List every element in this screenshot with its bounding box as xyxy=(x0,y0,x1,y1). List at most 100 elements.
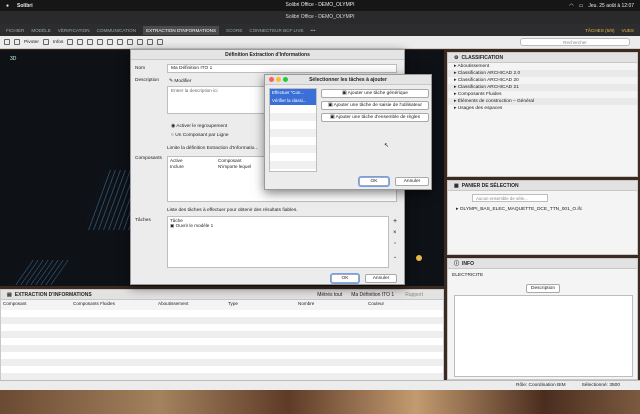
tab-bcf-live[interactable]: CONNECTEUR BCF LIVE xyxy=(249,28,303,33)
search-input[interactable]: Rechercher xyxy=(520,38,630,46)
col-composant[interactable]: Composant xyxy=(1,300,71,306)
components-limit-text: Limite la définition Extraction d'Inform… xyxy=(167,146,259,151)
classification-panel: ⚙ CLASSIFICATION ▸ Aboutissement ▸ Class… xyxy=(447,52,638,177)
cancel-button[interactable]: Annuler xyxy=(365,274,397,283)
orbit-icon[interactable] xyxy=(14,39,20,45)
move-up-button[interactable]: ⌃ xyxy=(393,242,397,248)
tab-more[interactable]: ••• xyxy=(311,28,316,33)
info-title: INFO xyxy=(462,260,474,267)
list-item[interactable]: ▸ Classification ARCHICAD 2.0 xyxy=(448,70,637,77)
redo-icon[interactable] xyxy=(157,39,164,45)
tasks-button[interactable]: TÂCHES (5/9) xyxy=(585,28,614,33)
menubar-window-title: Solibri Office - DEMO_OLYMPI xyxy=(285,2,355,8)
list-item[interactable]: ▸ Éléments de construction – Général xyxy=(448,98,637,105)
list-item[interactable]: ▸ Usages des espaces xyxy=(448,105,637,112)
col-couleur[interactable]: Couleur xyxy=(366,300,443,306)
metres-dropdown[interactable]: Métrés tout xyxy=(317,292,342,298)
macos-menubar: ● Solibri Solibri Office - DEMO_OLYMPI ◠… xyxy=(0,0,640,11)
tab-fichier[interactable]: FICHIER xyxy=(6,28,24,33)
cancel-button[interactable]: Annuler xyxy=(395,177,429,186)
col-nombre[interactable]: Nombre xyxy=(296,300,366,306)
info-dropdown[interactable]: Infos xyxy=(53,40,63,45)
pivot-dropdown[interactable]: Pivoter xyxy=(24,40,39,45)
add-ruleset-task-button[interactable]: ▣ Ajouter une tâche d'ensemble de règles xyxy=(321,113,429,122)
role-status: Rôle: Coordination BIM xyxy=(516,383,566,388)
move-down-button[interactable]: ⌄ xyxy=(393,254,397,260)
close-icon[interactable] xyxy=(269,77,274,82)
table-row[interactable]: ▣ Ouvrir le modèle 1 xyxy=(168,223,388,229)
measure-icon[interactable] xyxy=(97,39,104,45)
zoom-icon[interactable] xyxy=(137,39,144,45)
tab-extraction[interactable]: EXTRACTION D'INFORMATIONS xyxy=(143,25,220,35)
view-3d-label: 3D xyxy=(10,56,17,62)
select-tasks-dialog: Sélectionner les tâches à ajouter Effect… xyxy=(264,74,432,190)
definition-dialog-title: Définition Extraction d'Informations xyxy=(131,50,404,60)
list-item[interactable]: ▸ Composants Fluides xyxy=(448,91,637,98)
info-subject: ELECTRICITE xyxy=(452,273,484,278)
model-geometry-2 xyxy=(11,260,69,285)
ok-button[interactable]: OK xyxy=(359,177,389,186)
classification-header: ⚙ CLASSIFICATION xyxy=(448,53,637,63)
list-item[interactable]: ▸ Classification ARCHICAD 20 xyxy=(448,77,637,84)
model-marker xyxy=(416,255,422,261)
window-titlebar: Solibri Office - DEMO_OLYMPI xyxy=(0,11,640,24)
classification-icon: ⚙ xyxy=(454,54,459,61)
views-button[interactable]: VUES xyxy=(621,28,634,33)
add-task-button[interactable]: + xyxy=(393,218,397,225)
select-tasks-title-bar: Sélectionner les tâches à ajouter xyxy=(265,75,431,85)
slide-icon[interactable] xyxy=(107,39,114,45)
extraction-icon: ▤ xyxy=(7,291,12,298)
list-item[interactable]: ▸ Aboutissement xyxy=(448,63,637,70)
maximize-icon[interactable] xyxy=(283,77,288,82)
apple-icon[interactable]: ● xyxy=(6,3,9,9)
tasks-help-text: Liste des tâches à effectuer pour obteni… xyxy=(167,208,298,213)
list-item[interactable]: Effectuer "Con... xyxy=(270,89,316,97)
col-composants-fluides[interactable]: Composants Fluides xyxy=(71,300,156,306)
tab-description[interactable]: Description xyxy=(526,284,560,293)
camera-icon[interactable] xyxy=(117,39,124,45)
isolate-icon[interactable] xyxy=(77,39,84,45)
selection-basket-panel: ▦ PANIER DE SÉLECTION Aucun ensemble de … xyxy=(447,180,638,255)
name-field[interactable]: Ma Définition ITO 1 xyxy=(167,64,397,73)
select-icon[interactable] xyxy=(4,39,10,45)
section-icon[interactable] xyxy=(87,39,94,45)
app-menu[interactable]: Solibri xyxy=(17,3,33,9)
tasks-table: Tâche ▣ Ouvrir le modèle 1 xyxy=(167,216,389,268)
minimize-icon[interactable] xyxy=(276,77,281,82)
menubar-clock[interactable]: Jeu. 25 août à 12:07 xyxy=(588,3,634,9)
wifi-icon[interactable]: ◠ xyxy=(569,3,573,9)
tab-verification[interactable]: VÉRIFICATION xyxy=(58,28,90,33)
add-generic-task-button[interactable]: ▣ Ajouter une tâche générique xyxy=(321,89,429,98)
extraction-header: ▤ EXTRACTION D'INFORMATIONS Métrés tout … xyxy=(1,290,443,300)
selection-set-dropdown[interactable]: Aucun ensemble de séle... xyxy=(472,194,548,202)
window-title: Solibri Office - DEMO_OLYMPI xyxy=(285,14,355,20)
modify-button[interactable]: ✎ Modifier xyxy=(169,79,191,84)
tasks-label: Tâches xyxy=(135,218,151,223)
fit-icon[interactable] xyxy=(127,39,134,45)
main-toolbar: Pivoter Infos Rechercher xyxy=(0,36,640,49)
traffic-lights xyxy=(269,77,288,82)
hide-icon[interactable] xyxy=(67,39,74,45)
radio-single[interactable]: ○ Un Composant par Ligne xyxy=(171,133,229,138)
col-type[interactable]: Type xyxy=(226,300,296,306)
tab-communication[interactable]: COMMUNICATION xyxy=(97,28,136,33)
basket-header: ▦ PANIER DE SÉLECTION xyxy=(448,181,637,191)
info-header: ⓘ INFO xyxy=(448,259,637,269)
battery-icon[interactable]: ▭ xyxy=(579,3,584,9)
task-type-list: Effectuer "Con... Vérifier la classi... xyxy=(269,88,317,172)
tab-score[interactable]: SCORE xyxy=(226,28,242,33)
tab-modele[interactable]: MODÈLE xyxy=(31,28,50,33)
list-item[interactable]: ▸ Classification ARCHICAD 21 xyxy=(448,84,637,91)
info-icon[interactable] xyxy=(42,39,49,45)
definition-dropdown[interactable]: Ma Définition ITO 1 xyxy=(351,292,394,298)
report-button[interactable]: Rapport xyxy=(405,292,423,298)
add-user-input-task-button[interactable]: ▣ Ajouter une tâche de saisie de l'utili… xyxy=(321,101,429,110)
remove-task-button[interactable]: × xyxy=(393,230,397,236)
ok-button[interactable]: OK xyxy=(331,274,359,283)
col-aboutissement[interactable]: Aboutissement xyxy=(156,300,226,306)
list-item[interactable]: Vérifier la classi... xyxy=(270,97,316,105)
extraction-panel: ▤ EXTRACTION D'INFORMATIONS Métrés tout … xyxy=(0,289,444,380)
undo-icon[interactable] xyxy=(147,39,154,45)
basket-file-item[interactable]: ▸ OLYMPI_BAS_ELEC_MAQUETTE_DCE_TTN_001_O… xyxy=(450,206,636,213)
radio-regroup[interactable]: ◉ Activer le regroupement xyxy=(171,124,227,129)
